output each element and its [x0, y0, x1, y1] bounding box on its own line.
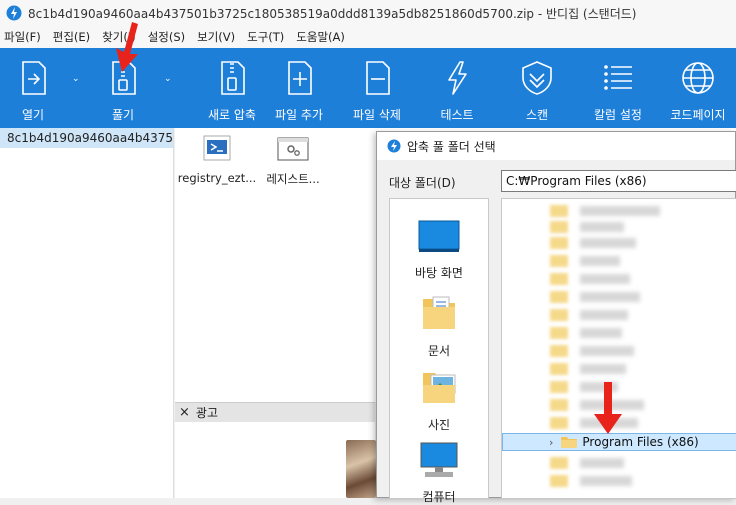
registry-file-icon — [277, 137, 309, 161]
file-item-label: 레지스트... — [266, 172, 320, 186]
open-label: 열기 — [21, 108, 45, 122]
place-documents[interactable]: 문서 — [390, 293, 488, 359]
menu-tools[interactable]: 도구(T) — [241, 29, 290, 45]
red-arrow-extract-icon — [116, 22, 138, 72]
tree-item-archive-label: 8c1b4d190a9460aa4b4375 — [7, 131, 174, 145]
new-archive-label: 새로 압축 — [208, 108, 256, 122]
codepage-button[interactable]: 코드페이지 — [664, 48, 732, 128]
place-computer-label: 컴퓨터 — [422, 490, 456, 504]
extract-label: 풀기 — [111, 108, 135, 122]
list-columns-icon — [604, 65, 632, 90]
bandizip-app-icon — [6, 5, 22, 21]
add-files-label: 파일 추가 — [275, 108, 323, 122]
computer-icon — [420, 442, 458, 477]
place-desktop[interactable]: 바탕 화면 — [390, 219, 488, 281]
place-pictures-label: 사진 — [427, 418, 451, 432]
place-computer[interactable]: 컴퓨터 — [390, 441, 488, 505]
target-folder-input[interactable] — [501, 170, 736, 192]
tree-item-archive[interactable]: ZIP 8c1b4d190a9460aa4b4375 — [0, 128, 173, 148]
delete-files-button[interactable]: 파일 삭제 — [348, 48, 406, 128]
file-item[interactable]: registry_ezt... — [177, 134, 257, 185]
ad-area[interactable] — [175, 422, 375, 498]
ad-image[interactable] — [346, 440, 376, 498]
test-button[interactable]: 테스트 — [432, 48, 482, 128]
place-documents-label: 문서 — [427, 344, 451, 358]
folder-tree-list[interactable]: › Program Files (x86) — [501, 198, 736, 499]
menu-file[interactable]: 파일(F) — [0, 29, 47, 45]
pictures-folder-icon — [423, 373, 456, 403]
desktop-icon — [418, 220, 460, 252]
bandizip-app-icon — [387, 139, 401, 153]
codepage-label: 코드페이지 — [670, 108, 726, 122]
extract-dropdown-icon[interactable]: ⌄ — [164, 74, 172, 84]
ad-header: × 광고 — [175, 402, 375, 422]
selected-folder-label: Program Files (x86) — [582, 435, 699, 449]
dialog-title-bar: 압축 풀 폴더 선택 — [377, 132, 735, 160]
archive-tree-pane: ZIP 8c1b4d190a9460aa4b4375 — [0, 128, 174, 498]
red-arrow-folder-icon — [594, 382, 622, 434]
file-item-label: registry_ezt... — [177, 171, 257, 185]
add-files-button[interactable]: 파일 추가 — [270, 48, 328, 128]
open-dropdown-icon[interactable]: ⌄ — [72, 74, 80, 84]
documents-folder-icon — [423, 296, 455, 329]
file-item[interactable]: 레지스트... — [253, 134, 333, 187]
places-sidebar: 바탕 화면 문서 사진 컴퓨터 — [389, 198, 489, 504]
menu-help[interactable]: 도움말(A) — [290, 29, 351, 45]
folder-icon — [561, 437, 578, 448]
globe-icon — [682, 62, 714, 94]
scan-label: 스캔 — [525, 108, 549, 122]
window-title: 8c1b4d190a9460aa4b437501b3725c180538519a… — [28, 6, 637, 21]
open-archive-icon — [22, 61, 46, 95]
test-label: 테스트 — [440, 108, 474, 122]
delete-files-label: 파일 삭제 — [353, 108, 401, 122]
ad-label: 광고 — [195, 406, 218, 420]
dialog-title: 압축 풀 폴더 선택 — [407, 139, 496, 154]
place-pictures[interactable]: 사진 — [390, 367, 488, 433]
shield-icon — [522, 61, 552, 95]
new-archive-button[interactable]: 새로 압축 — [190, 48, 274, 128]
close-ad-icon[interactable]: × — [179, 405, 190, 420]
lightning-icon — [448, 61, 467, 95]
menu-edit[interactable]: 편집(E) — [47, 29, 96, 45]
menu-view[interactable]: 보기(V) — [191, 29, 241, 45]
column-settings-label: 칼럼 설정 — [594, 108, 642, 122]
delete-file-icon — [366, 61, 390, 95]
column-settings-button[interactable]: 칼럼 설정 — [588, 48, 648, 128]
chevron-right-icon[interactable]: › — [549, 436, 553, 449]
add-file-icon — [288, 61, 312, 95]
scan-button[interactable]: 스캔 — [512, 48, 562, 128]
extract-folder-dialog: 압축 풀 폴더 선택 대상 폴더(D) 바탕 화면 문서 — [376, 131, 736, 504]
powershell-script-icon — [203, 135, 231, 161]
new-archive-icon — [221, 61, 245, 95]
target-folder-label: 대상 폴더(D) — [389, 176, 456, 190]
open-button[interactable]: 열기 — [8, 48, 58, 128]
menu-settings[interactable]: 설정(S) — [142, 29, 191, 45]
place-desktop-label: 바탕 화면 — [415, 266, 463, 280]
